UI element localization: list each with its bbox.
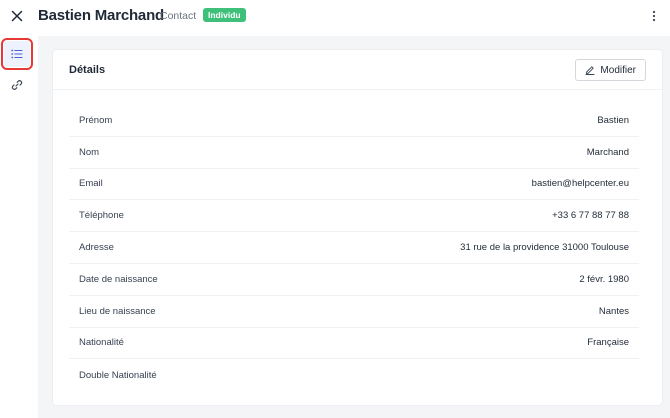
detail-row-address: Adresse 31 rue de la providence 31000 To… xyxy=(69,232,639,264)
sidebar-item-details[interactable] xyxy=(1,38,33,70)
detail-label: Email xyxy=(79,178,103,190)
list-icon xyxy=(11,49,23,59)
sidebar xyxy=(0,36,38,418)
sidebar-item-links[interactable] xyxy=(4,72,30,98)
page-title: Bastien Marchand xyxy=(38,7,164,24)
top-bar: Bastien Marchand Contact Individu xyxy=(0,0,670,36)
detail-value: Nantes xyxy=(598,305,629,317)
detail-label: Date de naissance xyxy=(79,273,158,285)
details-list: Prénom Bastien Nom Marchand Email bastie… xyxy=(69,105,639,391)
detail-label: Prénom xyxy=(79,114,113,126)
close-icon xyxy=(11,10,23,22)
detail-value: +33 6 77 88 77 88 xyxy=(552,210,629,222)
detail-value: Française xyxy=(587,337,629,349)
record-type-label: Contact xyxy=(160,10,197,22)
link-icon xyxy=(11,80,23,90)
detail-label: Téléphone xyxy=(79,210,124,222)
detail-row-birth-place: Lieu de naissance Nantes xyxy=(69,296,639,328)
detail-label: Nationalité xyxy=(79,337,124,349)
detail-value: Marchand xyxy=(586,146,629,158)
detail-value: 2 févr. 1980 xyxy=(579,273,629,285)
status-badge: Individu xyxy=(203,8,246,22)
detail-row-email: Email bastien@helpcenter.eu xyxy=(69,169,639,201)
detail-row-dual-nationality: Double Nationalité xyxy=(69,359,639,391)
detail-value: 31 rue de la providence 31000 Toulouse xyxy=(460,242,629,254)
detail-value: bastien@helpcenter.eu xyxy=(531,178,629,190)
more-vertical-icon xyxy=(652,10,656,22)
detail-row-first-name: Prénom Bastien xyxy=(69,105,639,137)
details-card: Détails Modifier Prénom Bastien Nom Marc… xyxy=(53,50,662,405)
detail-row-last-name: Nom Marchand xyxy=(69,137,639,169)
pencil-icon xyxy=(585,66,595,75)
edit-button[interactable]: Modifier xyxy=(575,59,646,81)
card-header: Détails Modifier xyxy=(53,50,662,90)
detail-row-nationality: Nationalité Française xyxy=(69,328,639,360)
detail-label: Lieu de naissance xyxy=(79,305,156,317)
close-button[interactable] xyxy=(8,7,26,25)
detail-label: Double Nationalité xyxy=(79,369,157,381)
detail-label: Nom xyxy=(79,146,100,158)
edit-button-label: Modifier xyxy=(600,64,636,76)
card-title: Détails xyxy=(69,64,106,76)
detail-row-phone: Téléphone +33 6 77 88 77 88 xyxy=(69,200,639,233)
detail-row-birth-date: Date de naissance 2 févr. 1980 xyxy=(69,264,639,296)
more-options-button[interactable] xyxy=(648,8,660,24)
detail-value: Bastien xyxy=(597,114,629,126)
detail-label: Adresse xyxy=(79,242,114,254)
